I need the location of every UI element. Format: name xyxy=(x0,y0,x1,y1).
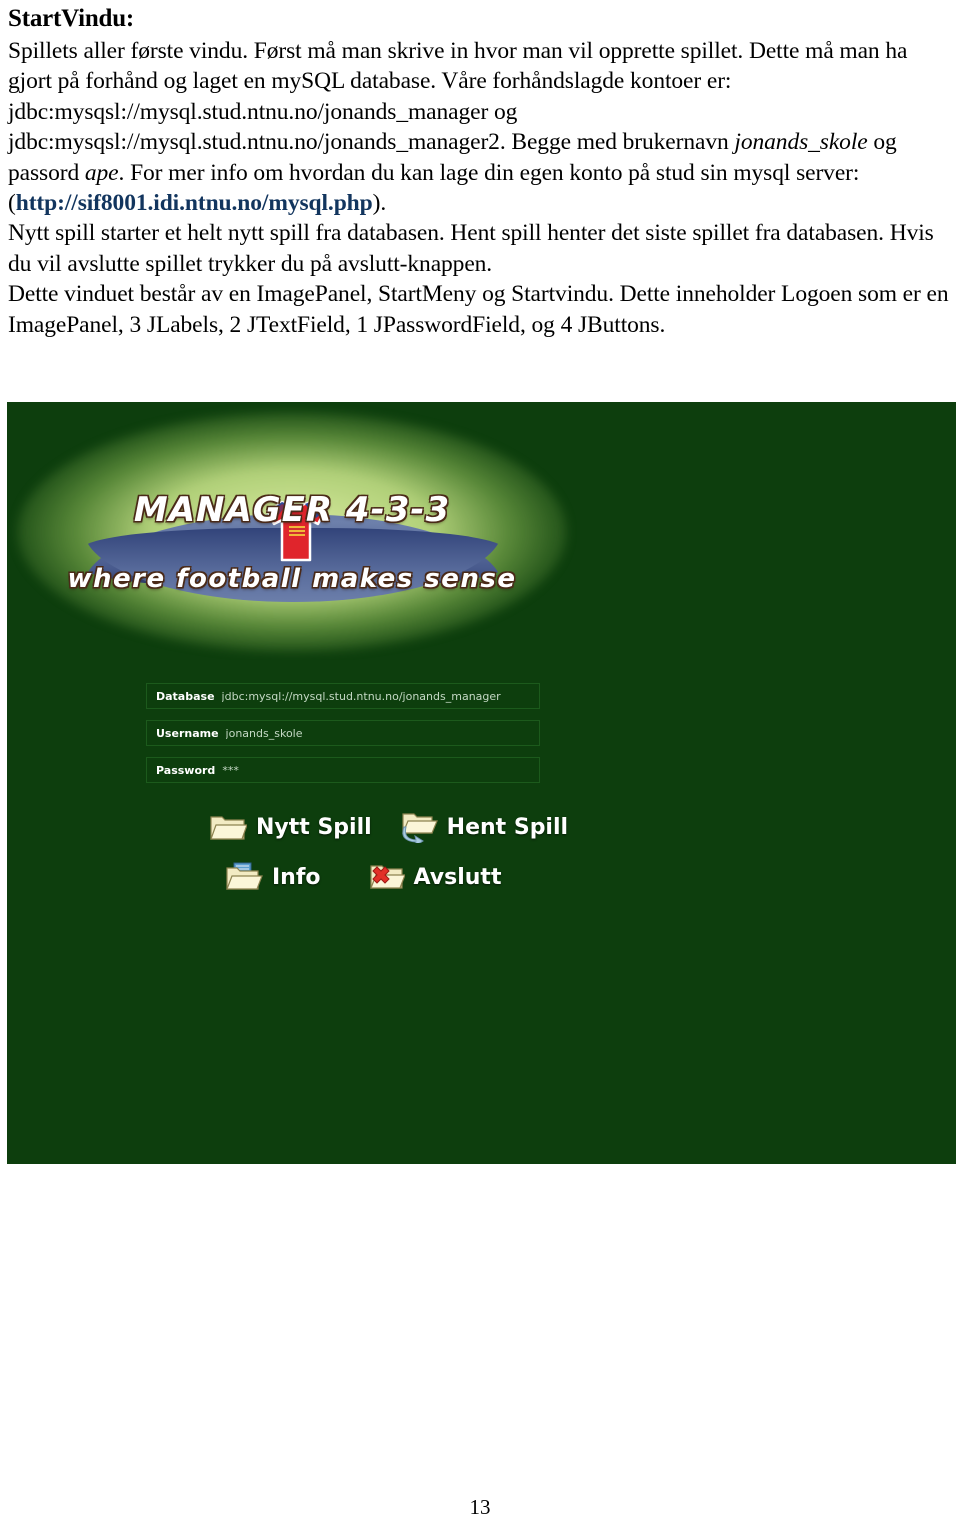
paragraph-buttons-description: Nytt spill starter et helt nytt spill fr… xyxy=(8,220,934,277)
database-field-value: jdbc:mysql://mysql.stud.ntnu.no/jonands_… xyxy=(221,689,501,703)
info-button[interactable]: Info xyxy=(225,861,321,893)
button-row-top: Nytt Spill Hent Spill xyxy=(203,802,568,852)
database-field-label: Database xyxy=(156,689,215,703)
start-menu-buttons: Nytt Spill Hent Spill Info Avslutt xyxy=(203,802,568,902)
logo-tagline: where football makes sense xyxy=(67,564,517,594)
folder-document-icon xyxy=(225,861,263,893)
password-field[interactable]: Password *** xyxy=(146,757,540,783)
password-field-value: *** xyxy=(222,763,239,777)
inline-username: jonands_skole xyxy=(734,129,868,156)
database-field[interactable]: Database jdbc:mysql://mysql.stud.ntnu.no… xyxy=(146,683,540,709)
avslutt-button-label: Avslutt xyxy=(413,864,502,890)
document-text-block: StartVindu: Spillets aller første vindu.… xyxy=(8,4,952,340)
username-field-value: jonands_skole xyxy=(225,726,303,740)
hent-spill-button-label: Hent Spill xyxy=(446,814,569,840)
username-field[interactable]: Username jonands_skole xyxy=(146,720,540,746)
mysql-help-link[interactable]: http://sif8001.idi.ntnu.no/mysql.php xyxy=(16,190,373,216)
password-field-label: Password xyxy=(156,763,216,777)
paragraph-intro: Spillets aller første vindu. Først må ma… xyxy=(8,36,952,218)
nytt-spill-button-label: Nytt Spill xyxy=(256,814,372,840)
start-window-screenshot: MANAGER 4-3-3 where football makes sense… xyxy=(7,402,956,1164)
credentials-form: Database jdbc:mysql://mysql.stud.ntnu.no… xyxy=(146,683,546,794)
folder-icon xyxy=(209,811,248,843)
folder-red-x-icon xyxy=(367,861,406,893)
inline-password: ape xyxy=(84,159,119,186)
nytt-spill-button[interactable]: Nytt Spill xyxy=(209,811,372,843)
page-heading: StartVindu: xyxy=(8,5,135,32)
inline-mid-3: ). xyxy=(372,190,387,217)
info-button-label: Info xyxy=(272,864,321,890)
paragraph-components-description: Dette vinduet består av en ImagePanel, S… xyxy=(8,281,949,338)
logo-title: MANAGER 4-3-3 xyxy=(133,490,451,530)
page-number: 13 xyxy=(469,1495,491,1519)
logo-image-panel: MANAGER 4-3-3 where football makes sense xyxy=(7,402,577,660)
username-field-label: Username xyxy=(156,726,219,740)
hent-spill-button[interactable]: Hent Spill xyxy=(400,811,569,848)
folder-open-arrow-icon xyxy=(400,811,438,848)
button-row-bottom: Info Avslutt xyxy=(203,852,533,902)
avslutt-button[interactable]: Avslutt xyxy=(367,861,502,893)
